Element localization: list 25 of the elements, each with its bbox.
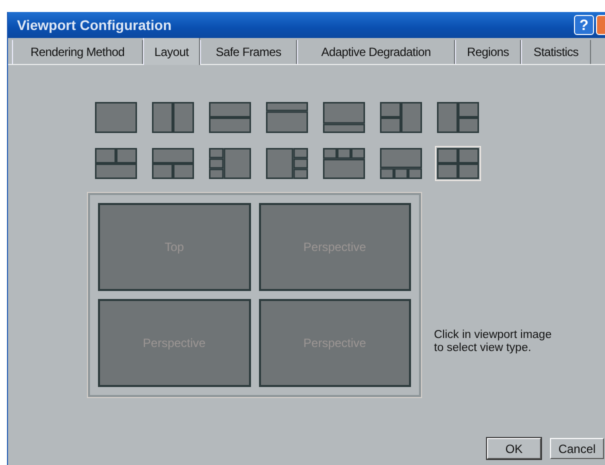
layout-option[interactable] xyxy=(93,146,139,181)
layout-option[interactable] xyxy=(264,100,310,135)
window-title: Viewport Configuration xyxy=(17,17,173,33)
layout-option[interactable] xyxy=(207,100,253,135)
tab[interactable]: Rendering Method xyxy=(12,40,143,64)
ok-button[interactable]: OK xyxy=(487,438,541,459)
tab[interactable]: Statistics xyxy=(521,40,591,64)
cancel-button[interactable]: Cancel xyxy=(550,438,604,459)
layout-option[interactable] xyxy=(264,146,310,181)
tab[interactable]: Layout xyxy=(143,38,200,65)
layout-option[interactable] xyxy=(150,146,196,181)
layout-option[interactable] xyxy=(435,100,481,135)
tab[interactable]: Adaptive Degradation xyxy=(297,40,455,64)
layout-option[interactable] xyxy=(207,146,253,181)
layout-option[interactable] xyxy=(378,146,424,181)
layout-option[interactable] xyxy=(93,100,139,135)
hint-text: Click in viewport image to select view type. xyxy=(434,329,552,355)
layout-option[interactable] xyxy=(378,100,424,135)
help-button[interactable]: ? xyxy=(574,15,594,35)
layout-option[interactable] xyxy=(321,146,367,181)
tab[interactable]: Regions xyxy=(455,40,521,64)
tab[interactable]: Safe Frames xyxy=(200,40,297,64)
layout-option[interactable] xyxy=(150,100,196,135)
layout-option[interactable] xyxy=(435,146,481,181)
layout-option[interactable] xyxy=(321,100,367,135)
